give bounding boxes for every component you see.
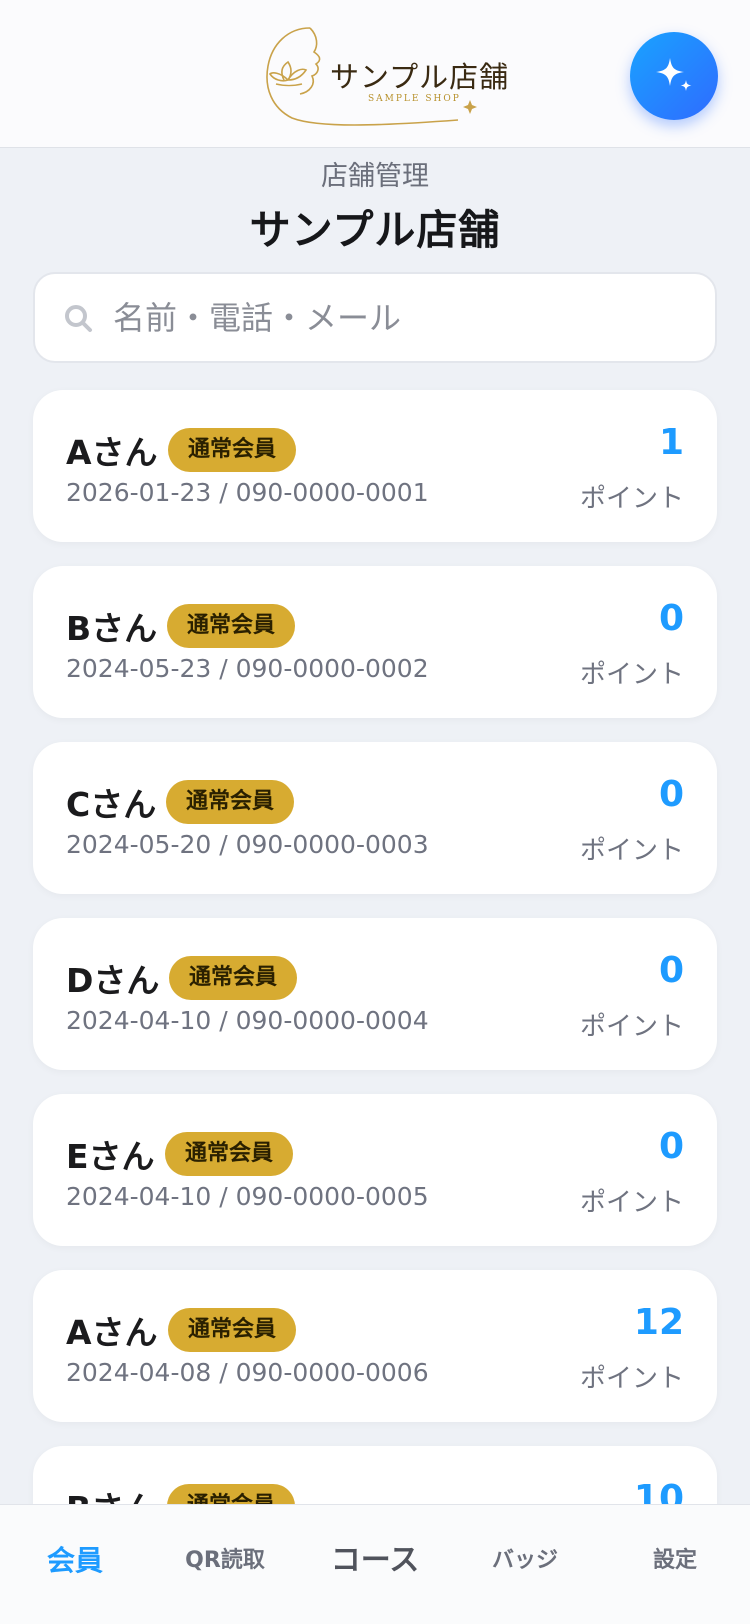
member-rank-badge: 通常会員	[169, 956, 298, 1000]
app-header: サンプル店舗 SAMPLE SHOP	[0, 0, 750, 148]
member-date-phone: 2026-01-23 / 090-0000-0001	[66, 478, 429, 507]
member-name: Aさん	[66, 433, 158, 472]
points-label: ポイント	[579, 1188, 684, 1218]
member-points: 1	[658, 422, 684, 463]
member-points: 12	[633, 1302, 684, 1343]
nav-course[interactable]: コース	[300, 1505, 450, 1624]
ai-sparkle-button[interactable]	[630, 32, 718, 120]
member-name: Cさん	[66, 785, 157, 824]
search-input[interactable]	[113, 274, 693, 361]
member-points: 0	[658, 598, 684, 639]
member-date-phone: 2024-04-10 / 090-0000-0004	[66, 1006, 429, 1035]
nav-settings[interactable]: 設定	[600, 1505, 750, 1624]
search-box	[33, 272, 717, 363]
member-date-phone: 2024-04-08 / 090-0000-0006	[66, 1358, 429, 1387]
points-label: ポイント	[579, 836, 684, 866]
logo-subtitle: SAMPLE SHOP	[368, 94, 461, 104]
member-rank-badge: 通常会員	[166, 780, 295, 824]
member-rank-badge: 通常会員	[168, 1308, 297, 1352]
member-card[interactable]: Eさん 通常会員 2024-04-10 / 090-0000-0005 0 ポイント	[33, 1094, 717, 1246]
points-label: ポイント	[579, 1364, 684, 1394]
member-points: 0	[658, 1126, 684, 1167]
shop-logo: サンプル店舗 SAMPLE SHOP	[258, 22, 508, 130]
sparkle-icon	[656, 58, 692, 91]
member-card[interactable]: Dさん 通常会員 2024-04-10 / 090-0000-0004 0 ポイント	[33, 918, 717, 1070]
points-label: ポイント	[579, 1012, 684, 1042]
logo-title: サンプル店舗	[330, 60, 510, 94]
member-rank-badge: 通常会員	[167, 604, 296, 648]
nav-badge[interactable]: バッジ	[450, 1505, 600, 1624]
member-rank-badge: 通常会員	[165, 1132, 294, 1176]
member-card[interactable]: Cさん 通常会員 2024-05-20 / 090-0000-0003 0 ポイント	[33, 742, 717, 894]
member-list: Aさん 通常会員 2026-01-23 / 090-0000-0001 1 ポイント Bさ…	[33, 390, 717, 1622]
member-card[interactable]: Aさん 通常会員 2026-01-23 / 090-0000-0001 1 ポイント	[33, 390, 717, 542]
page-subtitle: 店舗管理	[321, 161, 429, 192]
member-name: Bさん	[66, 609, 158, 648]
search-icon	[65, 305, 92, 332]
member-name: Aさん	[66, 1313, 158, 1352]
member-date-phone: 2024-04-10 / 090-0000-0005	[66, 1182, 429, 1211]
member-name: Eさん	[66, 1137, 155, 1176]
bottom-nav: 会員 QR読取 コース バッジ 設定	[0, 1504, 750, 1624]
member-points: 0	[658, 950, 684, 991]
member-rank-badge: 通常会員	[168, 428, 297, 472]
nav-qr-scan[interactable]: QR読取	[150, 1505, 300, 1624]
points-label: ポイント	[579, 660, 684, 690]
member-date-phone: 2024-05-20 / 090-0000-0003	[66, 830, 429, 859]
member-card[interactable]: Bさん 通常会員 2024-05-23 / 090-0000-0002 0 ポイント	[33, 566, 717, 718]
member-date-phone: 2024-05-23 / 090-0000-0002	[66, 654, 429, 683]
page-title: サンプル店舗	[249, 206, 501, 254]
points-label: ポイント	[579, 484, 684, 514]
nav-members[interactable]: 会員	[0, 1505, 150, 1624]
member-card[interactable]: Aさん 通常会員 2024-04-08 / 090-0000-0006 12 ポイント	[33, 1270, 717, 1422]
member-points: 0	[658, 774, 684, 815]
member-name: Dさん	[66, 961, 160, 1000]
